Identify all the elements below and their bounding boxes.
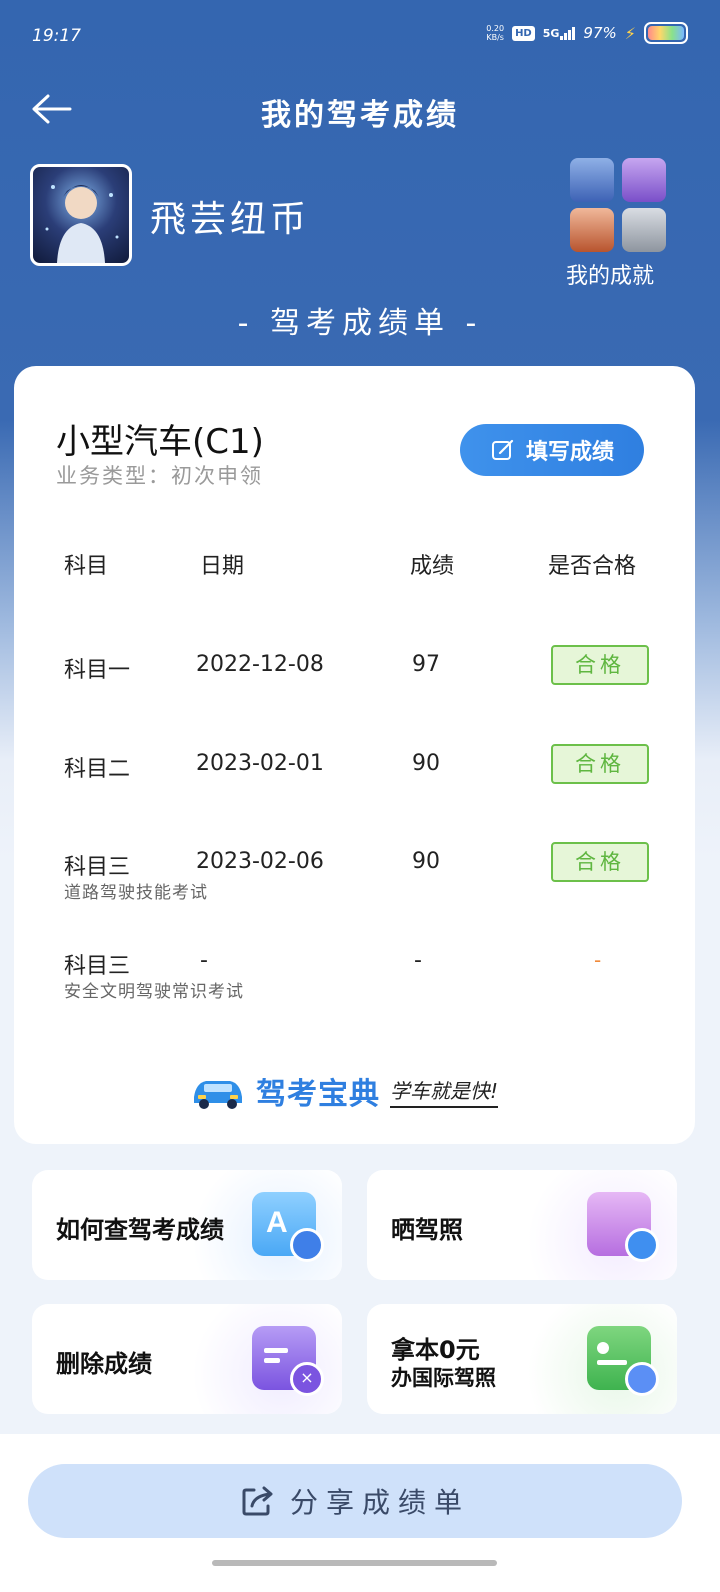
row2-subject: 科目二	[64, 757, 131, 782]
search-doc-icon: A	[252, 1192, 324, 1262]
net-speed-unit: KB/s	[486, 33, 504, 42]
tile-delete-score[interactable]: 删除成绩 ×	[32, 1304, 342, 1414]
signal-icon: 5G	[542, 26, 576, 40]
home-indicator[interactable]	[212, 1560, 497, 1566]
vehicle-type: 小型汽车(C1)	[56, 422, 264, 462]
tile-international-label-1: 拿本0元	[391, 1336, 480, 1364]
battery-icon	[644, 22, 688, 44]
row4-date: -	[200, 948, 208, 973]
row2-pass-badge: 合格	[551, 744, 649, 784]
brand-logo: 驾考宝典 学车就是快!	[190, 1066, 499, 1116]
badge-icon-subject4	[622, 208, 666, 252]
app-header: 我的驾考成绩	[0, 80, 720, 140]
row2-date: 2023-02-01	[196, 751, 324, 776]
achievements-label[interactable]: 我的成就	[566, 258, 654, 290]
avatar-image	[45, 185, 119, 263]
username: 飛芸纽币	[150, 199, 311, 240]
row3-pass-badge: 合格	[551, 842, 649, 882]
network-type: 5G	[542, 26, 560, 40]
tile-show-license[interactable]: 晒驾照	[367, 1170, 677, 1280]
row1-date: 2022-12-08	[196, 652, 324, 677]
achievement-badges[interactable]	[568, 156, 672, 256]
row3-subject: 科目三	[64, 855, 131, 880]
tile-how-to-check-label: 如何查驾考成绩	[56, 1216, 224, 1244]
col-header-subject: 科目	[64, 554, 109, 579]
row4-note: 安全文明驾驶常识考试	[64, 982, 244, 1002]
net-speed: 0.20 KB/s	[486, 24, 504, 42]
bottom-bar: 分享成绩单	[0, 1434, 720, 1592]
badge-icon-subject1	[570, 158, 614, 202]
brand-slogan: 学车就是快!	[390, 1075, 499, 1108]
license-card-icon	[587, 1326, 659, 1396]
score-card: 小型汽车(C1) 业务类型：初次申领 填写成绩 科目 日期 成绩 是否合格 科目…	[14, 366, 695, 1144]
share-score-label: 分享成绩单	[289, 1486, 470, 1519]
photo-share-icon	[587, 1192, 659, 1262]
col-header-date: 日期	[200, 554, 245, 579]
badge-icon-subject2	[622, 158, 666, 202]
tile-international-license[interactable]: 拿本0元 办国际驾照	[367, 1304, 677, 1414]
row1-score: 97	[412, 652, 440, 677]
row3-date: 2023-02-06	[196, 849, 324, 874]
edit-icon	[491, 439, 514, 460]
row1-pass-badge: 合格	[551, 645, 649, 685]
row3-score: 90	[412, 849, 440, 874]
tile-delete-score-label: 删除成绩	[56, 1350, 152, 1378]
car-logo-icon	[194, 1081, 242, 1109]
page-title: 我的驾考成绩	[261, 98, 459, 133]
sheet-title: - 驾考成绩单 -	[237, 306, 483, 341]
share-icon	[242, 1486, 273, 1516]
row4-status: -	[594, 948, 602, 972]
tile-show-license-label: 晒驾照	[391, 1216, 463, 1244]
row3-note: 道路驾驶技能考试	[64, 883, 208, 903]
brand-name: 驾考宝典	[256, 1077, 380, 1112]
row4-subject: 科目三	[64, 954, 131, 979]
tile-how-to-check[interactable]: 如何查驾考成绩 A	[32, 1170, 342, 1280]
status-bar: 19:17 0.20 KB/s HD 5G 97% ⚡	[32, 22, 688, 52]
delete-doc-icon: ×	[252, 1326, 324, 1396]
col-header-score: 成绩	[410, 554, 455, 579]
charging-icon: ⚡	[624, 23, 636, 43]
avatar[interactable]	[30, 164, 132, 266]
badge-icon-subject3	[570, 208, 614, 252]
share-score-button[interactable]: 分享成绩单	[28, 1464, 682, 1538]
net-speed-value: 0.20	[486, 24, 505, 33]
row4-score: -	[414, 948, 422, 973]
col-header-pass: 是否合格	[548, 554, 637, 579]
fill-score-label: 填写成绩	[525, 440, 614, 465]
status-right: 0.20 KB/s HD 5G 97% ⚡	[486, 22, 688, 44]
business-type: 业务类型：初次申领	[56, 464, 263, 488]
row2-score: 90	[412, 751, 440, 776]
tile-international-label-2: 办国际驾照	[391, 1366, 496, 1390]
status-time: 19:17	[32, 26, 81, 46]
battery-percent: 97%	[583, 24, 617, 42]
fill-score-button[interactable]: 填写成绩	[460, 424, 644, 476]
row1-subject: 科目一	[64, 658, 131, 683]
hd-icon: HD	[512, 25, 535, 41]
